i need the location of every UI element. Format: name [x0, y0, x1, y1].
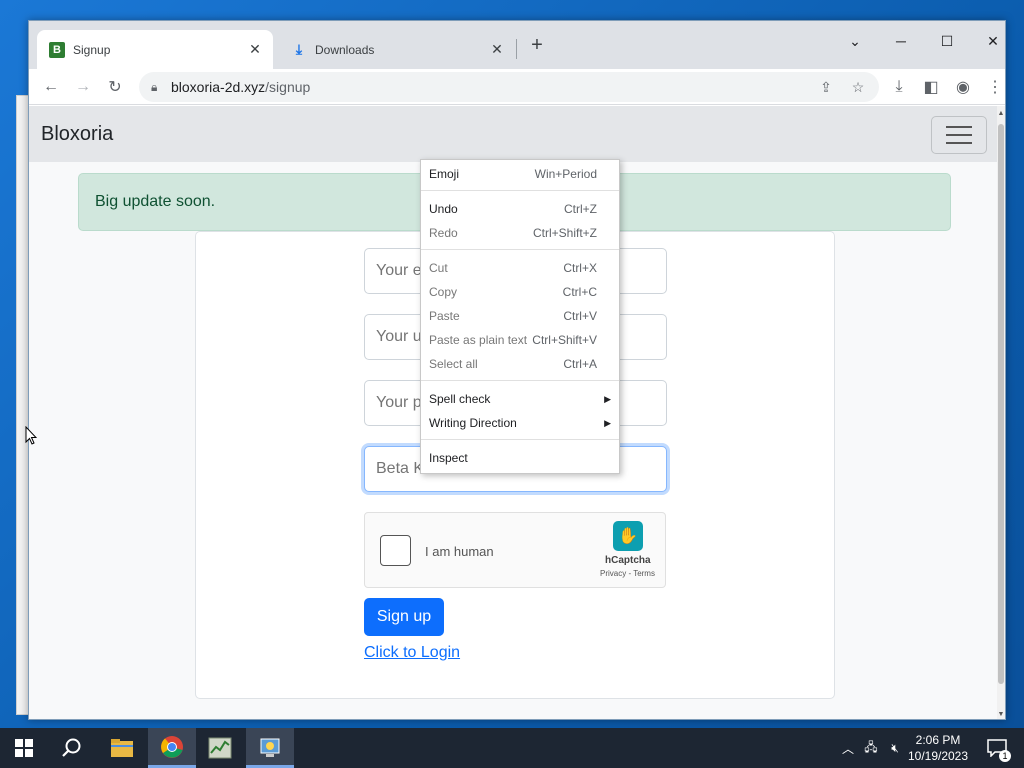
tab-title: Signup	[73, 42, 111, 57]
download-icon: ⤓	[295, 41, 303, 57]
menu-item-undo[interactable]: Undo Ctrl+Z	[421, 198, 619, 220]
menu-item-cut[interactable]: Cut Ctrl+X	[421, 257, 619, 279]
side-panel-icon[interactable]: ◧	[917, 73, 945, 101]
chrome-icon[interactable]	[148, 728, 196, 768]
scroll-up-arrow-icon[interactable]: ▲	[997, 108, 1005, 118]
menu-item-inspect[interactable]: Inspect	[421, 447, 619, 469]
notification-count-badge: 1	[999, 750, 1011, 762]
tab-strip: B Signup ✕ ⤓ Downloads ✕ + ⌄ ─ ☐ ✕	[29, 21, 1005, 69]
captcha-brand: hCaptcha	[605, 555, 651, 566]
profile-avatar-icon[interactable]: ◉	[949, 73, 977, 101]
captcha-label: I am human	[425, 544, 494, 559]
search-icon[interactable]	[48, 728, 96, 768]
menu-item-writing-direction[interactable]: Writing Direction ▶	[421, 412, 619, 434]
close-window-button[interactable]: ✕	[978, 27, 1005, 55]
bookmark-star-icon[interactable]: ☆	[847, 76, 869, 98]
share-icon[interactable]: ⇪	[815, 76, 837, 98]
menu-separator	[421, 190, 619, 191]
menu-separator	[421, 380, 619, 381]
file-explorer-icon[interactable]	[98, 728, 146, 768]
url-path: /signup	[265, 79, 311, 95]
menu-item-emoji[interactable]: Emoji Win+Period	[421, 163, 619, 185]
maximize-button[interactable]: ☐	[932, 27, 962, 55]
menu-item-paste[interactable]: Paste Ctrl+V	[421, 305, 619, 327]
address-bar[interactable]: 🔒︎ bloxoria-2d.xyz/signup ⇪ ☆	[139, 72, 879, 102]
url-host: bloxoria-2d.xyz	[171, 79, 266, 95]
close-icon[interactable]: ✕	[487, 40, 507, 60]
system-monitor-icon[interactable]	[196, 728, 244, 768]
hamburger-line	[946, 126, 972, 128]
browser-toolbar: ← → ↻ 🔒︎ bloxoria-2d.xyz/signup ⇪ ☆ ⤓ ◧ …	[29, 69, 1005, 105]
tab-downloads[interactable]: ⤓ Downloads ✕	[279, 30, 515, 69]
network-icon[interactable]: 🖧︎	[860, 728, 882, 768]
clock-date: 10/19/2023	[907, 749, 969, 763]
close-icon[interactable]: ✕	[245, 40, 265, 60]
captcha-checkbox[interactable]	[380, 535, 411, 566]
sign-up-button[interactable]: Sign up	[364, 598, 444, 636]
navbar-toggle-button[interactable]	[931, 116, 987, 154]
captcha-links[interactable]: Privacy - Terms	[600, 569, 655, 578]
menu-item-select-all[interactable]: Select all Ctrl+A	[421, 353, 619, 375]
notification-center-icon[interactable]: 1	[982, 728, 1012, 768]
menu-separator	[421, 439, 619, 440]
scroll-down-arrow-icon[interactable]: ▼	[997, 709, 1005, 719]
clock-time: 2:06 PM	[915, 733, 961, 747]
tab-search-chevron-icon[interactable]: ⌄	[840, 27, 870, 55]
context-menu: Emoji Win+Period Undo Ctrl+Z Redo Ctrl+S…	[420, 159, 620, 474]
back-button[interactable]: ←	[37, 73, 65, 101]
hcaptcha-logo-icon: ✋	[613, 521, 643, 551]
minimize-button[interactable]: ─	[886, 27, 916, 55]
tab-separator	[516, 39, 517, 59]
clock[interactable]: 2:06 PM 10/19/2023	[898, 732, 978, 764]
submenu-arrow-icon: ▶	[604, 393, 611, 404]
submenu-arrow-icon: ▶	[604, 417, 611, 428]
forward-button[interactable]: →	[69, 73, 97, 101]
tab-signup[interactable]: B Signup ✕	[37, 30, 273, 69]
site-brand[interactable]: Bloxoria	[41, 123, 113, 146]
tab-title: Downloads	[315, 42, 375, 57]
hamburger-line	[946, 142, 972, 144]
network-tool-icon[interactable]	[246, 728, 294, 768]
windows-start-icon[interactable]	[0, 728, 48, 768]
site-navbar: Bloxoria	[29, 106, 999, 162]
mouse-cursor-icon	[25, 426, 37, 445]
page-scrollbar[interactable]: ▲ ▼	[997, 106, 1005, 719]
lock-icon[interactable]: 🔒︎	[151, 80, 163, 94]
scroll-thumb[interactable]	[998, 124, 1004, 684]
menu-kebab-icon[interactable]: ⋮	[981, 73, 1005, 101]
chevron-up-icon[interactable]: ︿	[838, 728, 858, 768]
menu-item-paste-plain[interactable]: Paste as plain text Ctrl+Shift+V	[421, 329, 619, 351]
hamburger-line	[946, 134, 972, 136]
menu-item-spell-check[interactable]: Spell check ▶	[421, 388, 619, 410]
menu-item-copy[interactable]: Copy Ctrl+C	[421, 281, 619, 303]
windows-taskbar: ︿ 🖧︎ 🔇︎ 2:06 PM 10/19/2023 1	[0, 728, 1024, 768]
reload-button[interactable]: ↻	[101, 73, 129, 101]
login-link[interactable]: Click to Login	[364, 644, 460, 662]
menu-item-redo[interactable]: Redo Ctrl+Shift+Z	[421, 222, 619, 244]
downloads-icon[interactable]: ⤓	[885, 73, 913, 101]
menu-separator	[421, 249, 619, 250]
bloxoria-favicon-icon: B	[49, 41, 65, 58]
hcaptcha-widget: I am human ✋ hCaptcha Privacy - Terms	[364, 512, 666, 588]
new-tab-button[interactable]: +	[527, 34, 547, 56]
